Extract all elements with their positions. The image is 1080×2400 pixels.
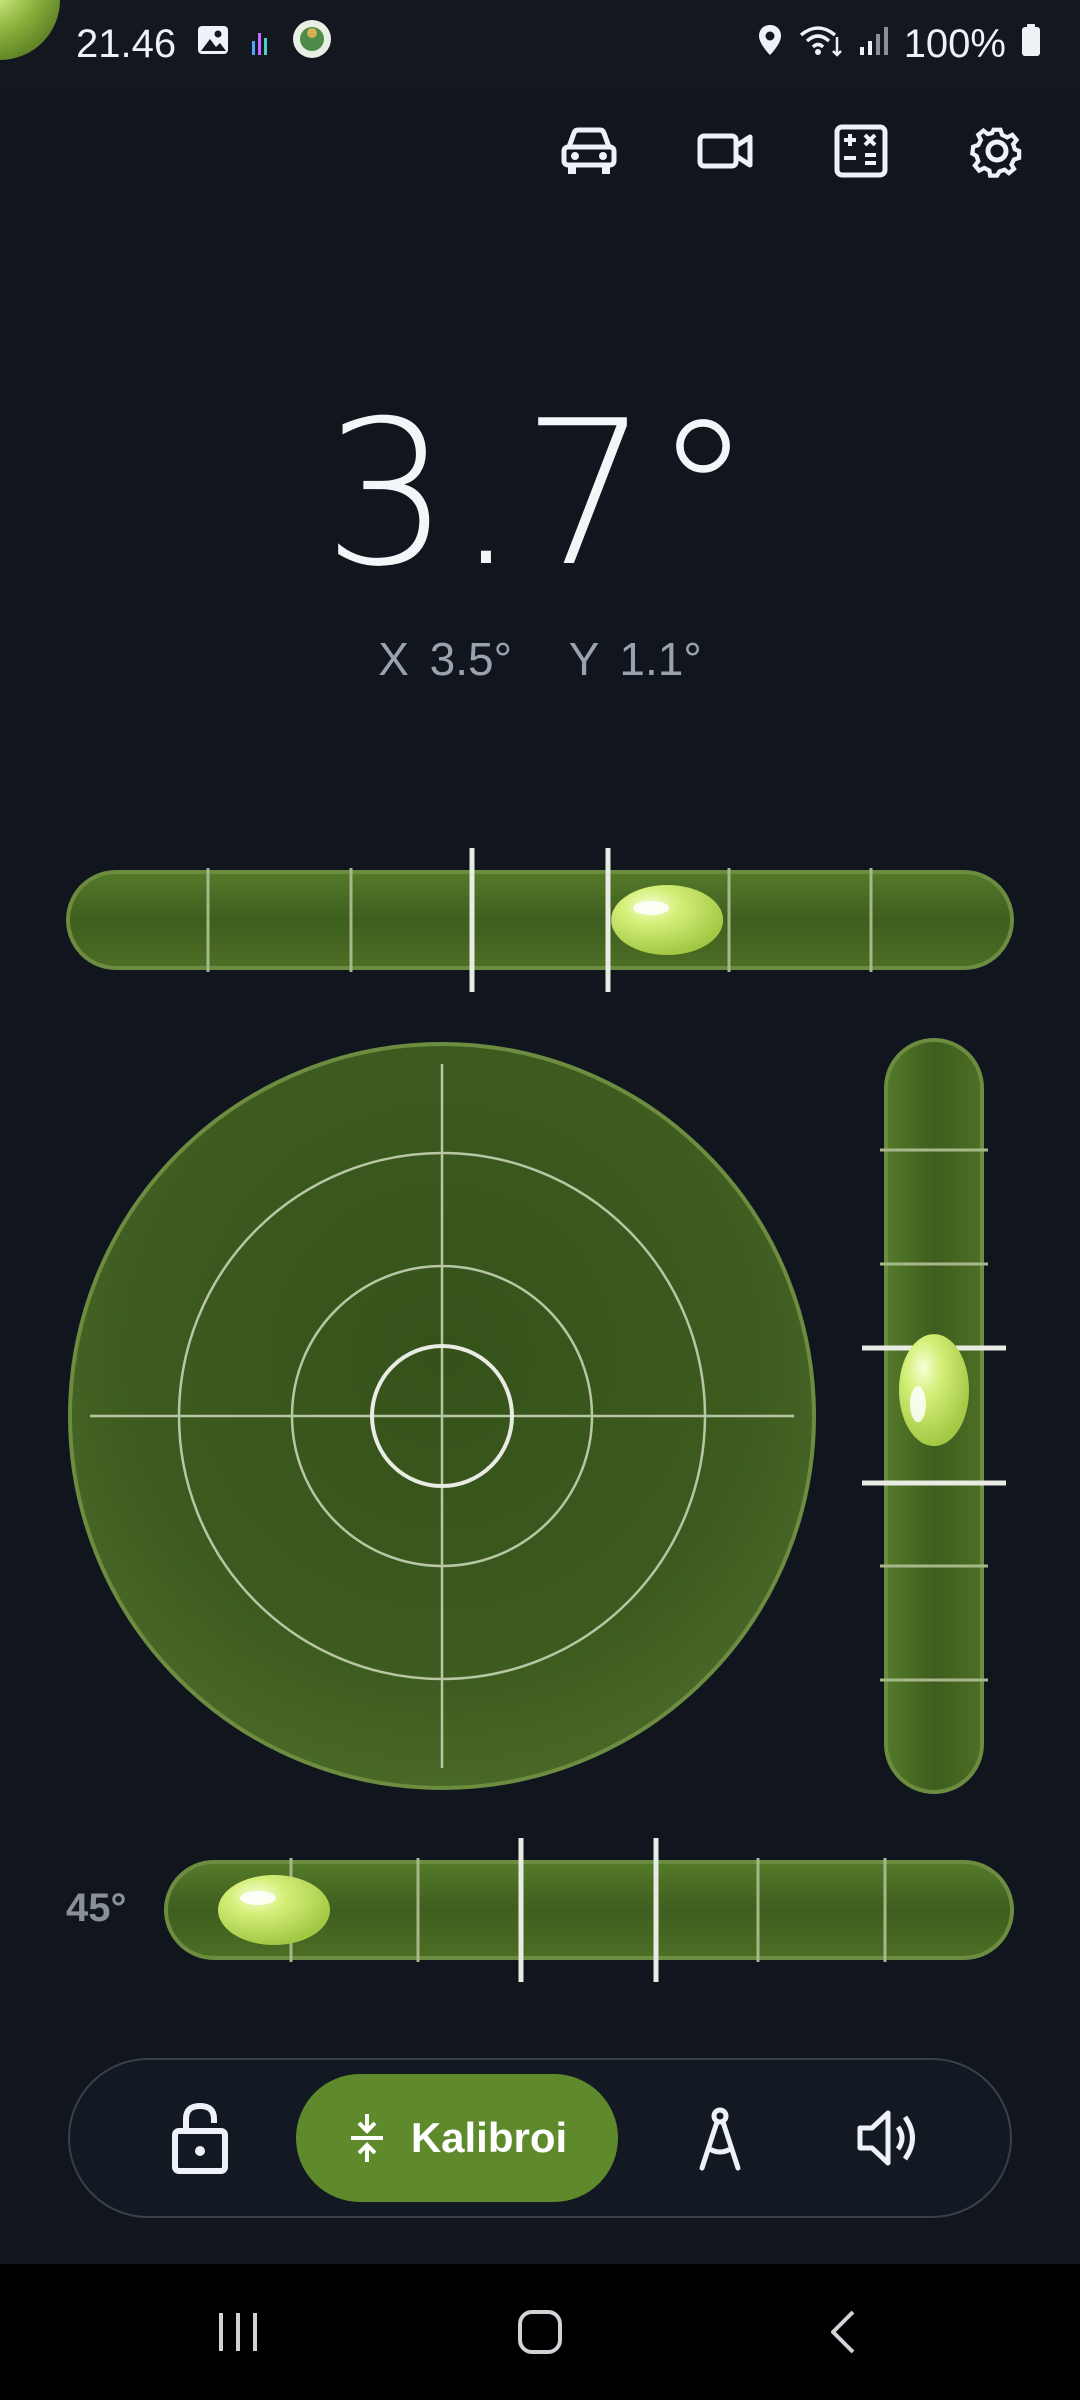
lock-button[interactable] bbox=[140, 2060, 260, 2216]
bottom-level-angle-label: 45° bbox=[66, 1886, 127, 1930]
bottom-control-bar: Kalibroi bbox=[68, 2058, 1012, 2218]
home-icon bbox=[518, 2310, 562, 2354]
home-button[interactable] bbox=[480, 2264, 600, 2400]
lock-open-icon bbox=[172, 2102, 228, 2174]
compass-icon bbox=[699, 2107, 741, 2171]
calibrate-icon bbox=[350, 2114, 383, 2162]
vertical-level-bubble bbox=[899, 1334, 969, 1447]
top-horizontal-level bbox=[66, 848, 1014, 992]
recents-icon bbox=[219, 2313, 257, 2351]
sound-button[interactable] bbox=[830, 2060, 950, 2216]
calibrate-button[interactable]: Kalibroi bbox=[296, 2074, 618, 2202]
bottom-horizontal-level bbox=[164, 1838, 1014, 1982]
back-button[interactable] bbox=[782, 2264, 902, 2400]
system-nav-bar bbox=[0, 2264, 1080, 2400]
level-instruments bbox=[0, 0, 1014, 1982]
circular-level-bubble bbox=[0, 0, 60, 60]
calibrate-label: Kalibroi bbox=[410, 2114, 568, 2161]
speaker-icon bbox=[857, 2110, 915, 2166]
back-icon bbox=[831, 2310, 855, 2354]
compass-button[interactable] bbox=[660, 2060, 780, 2216]
vertical-level bbox=[862, 1038, 1006, 1794]
recents-button[interactable] bbox=[178, 2264, 298, 2400]
bottom-level-bubble bbox=[218, 1875, 330, 1945]
top-level-bubble bbox=[611, 885, 724, 955]
